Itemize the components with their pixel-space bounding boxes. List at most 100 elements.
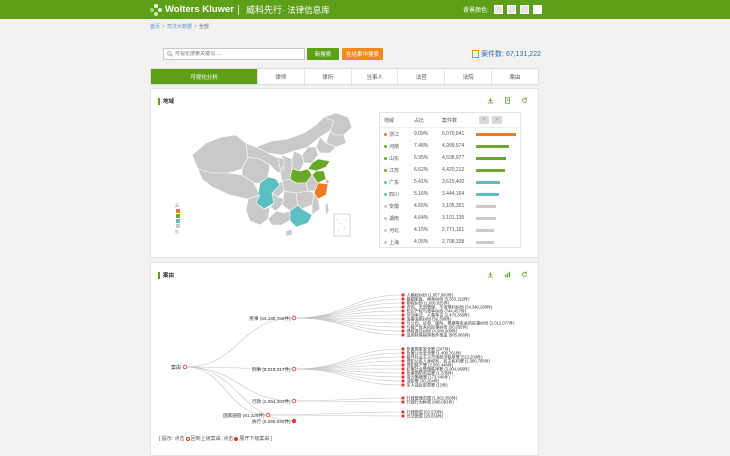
region-name: 广东	[380, 179, 414, 186]
download-icon[interactable]	[487, 271, 494, 278]
tree-leaf-node[interactable]	[401, 355, 405, 359]
region-name: 安徽	[380, 203, 414, 210]
new-search-button[interactable]: 新搜索	[307, 48, 339, 60]
region-row[interactable]: 上海 4.05% 2,708,338	[380, 236, 520, 248]
breadcrumb-section[interactable]: 司法大数据	[167, 24, 192, 30]
tree-root-node[interactable]	[182, 364, 188, 370]
region-title-text: 地域	[163, 99, 175, 105]
tree-leaf-node[interactable]	[401, 367, 405, 371]
tab-law-firm[interactable]: 律所	[305, 69, 352, 84]
region-share-bar	[476, 144, 509, 148]
region-dot-icon	[384, 180, 387, 184]
region-bar-track	[476, 168, 520, 172]
province-shanghai[interactable]	[324, 178, 331, 185]
download-icon[interactable]	[487, 97, 494, 104]
region-row[interactable]: 山东 6.95% 4,638,977	[380, 152, 520, 164]
legend-high-label: 高	[175, 203, 179, 208]
tree-root-label: 案由	[171, 364, 181, 371]
tree-leaf-node[interactable]	[401, 351, 405, 355]
tree-link	[293, 302, 404, 319]
region-share: 4.05%	[414, 239, 429, 245]
tree-branch-label: 刑事 (8,219,317件)	[252, 366, 291, 373]
tree-leaf-node[interactable]	[401, 297, 405, 301]
province-hainan[interactable]	[285, 228, 293, 237]
region-label: 河北	[389, 227, 400, 234]
search-within-results-button[interactable]: 在结果中搜索	[342, 48, 383, 60]
tree-leaf-node[interactable]	[401, 383, 405, 387]
tree-leaf-node[interactable]	[401, 305, 405, 309]
region-row[interactable]: 湖南 4.64% 3,101,135	[380, 212, 520, 224]
region-name: 河南	[380, 143, 414, 150]
region-name: 湖南	[380, 215, 414, 222]
bar-chart-icon[interactable]	[504, 271, 511, 278]
tab-court[interactable]: 法院	[445, 69, 493, 84]
tree-branch-node[interactable]	[265, 412, 271, 418]
tree-leaf-node[interactable]	[401, 333, 405, 337]
tree-leaf-node[interactable]	[401, 347, 405, 351]
legend-swatch-orange[interactable]	[176, 209, 180, 213]
region-row[interactable]: 安徽 4.65% 3,105,391	[380, 200, 520, 212]
tree-leaf-node[interactable]	[401, 414, 405, 418]
region-row[interactable]: 江苏 6.62% 4,420,212	[380, 164, 520, 176]
tab-visual-analysis[interactable]: 可视化分析	[151, 69, 258, 84]
color-swatch-3[interactable]	[519, 5, 529, 14]
province-taiwan[interactable]	[324, 202, 330, 216]
tree-branch-node[interactable]	[291, 398, 297, 404]
tree-branch-node[interactable]	[291, 418, 297, 424]
tree-leaf-node[interactable]	[401, 313, 405, 317]
tree-leaf-node[interactable]	[401, 309, 405, 313]
region-name: 江苏	[380, 167, 414, 174]
province-shanxi[interactable]	[291, 150, 305, 172]
province-guangxi[interactable]	[267, 210, 293, 226]
search-input[interactable]	[175, 51, 304, 57]
region-bar-track	[476, 228, 520, 232]
tab-judge[interactable]: 法官	[398, 69, 446, 84]
region-row[interactable]: 河北 4.15% 2,771,161	[380, 224, 520, 236]
tab-party[interactable]: 当事人	[352, 69, 399, 84]
next-page-button[interactable]: >	[492, 116, 502, 124]
color-swatch-1[interactable]	[493, 5, 503, 14]
region-row[interactable]: 广东 5.41% 3,615,400	[380, 176, 520, 188]
province-guangdong[interactable]	[289, 204, 313, 228]
refresh-icon[interactable]	[521, 271, 528, 278]
tree-branch-node[interactable]	[291, 315, 297, 321]
logo[interactable]: Wolters Kluwer 威科先行 · 法律信息库	[150, 2, 330, 17]
province-xinjiang[interactable]	[191, 134, 249, 174]
region-bar-track	[476, 240, 520, 244]
region-row[interactable]: 四川 5.16% 3,444,164	[380, 188, 520, 200]
legend-swatch-green[interactable]	[176, 214, 180, 218]
tree-branch-node[interactable]	[291, 366, 297, 372]
legend-swatch-grey[interactable]	[176, 224, 180, 228]
region-count: 2,708,338	[442, 239, 465, 245]
breadcrumb-home[interactable]: 首页	[150, 24, 160, 30]
tree-leaf-node[interactable]	[401, 379, 405, 383]
tree-leaf-node[interactable]	[401, 396, 405, 400]
tree-leaf-node[interactable]	[401, 375, 405, 379]
region-label: 湖南	[389, 215, 400, 222]
tree-link	[293, 348, 404, 370]
tree-leaf-node[interactable]	[401, 410, 405, 414]
color-swatch-4[interactable]	[532, 5, 542, 14]
tree-leaf-node[interactable]	[401, 400, 405, 404]
legend-swatch-teal[interactable]	[176, 219, 180, 223]
tree-leaf-node[interactable]	[401, 301, 405, 305]
data-view-icon[interactable]	[504, 97, 511, 104]
tree-leaf-node[interactable]	[401, 359, 405, 363]
tree-leaf-node[interactable]	[401, 293, 405, 297]
prev-page-button[interactable]: <	[479, 116, 489, 124]
region-row[interactable]: 浙江 9.09% 6,070,841	[380, 128, 520, 140]
tree-leaf-node[interactable]	[401, 325, 405, 329]
tree-leaf-node[interactable]	[401, 329, 405, 333]
tree-leaf-node[interactable]	[401, 321, 405, 325]
color-swatch-2[interactable]	[506, 5, 516, 14]
tab-lawyer[interactable]: 律师	[258, 69, 305, 84]
refresh-icon[interactable]	[521, 97, 528, 104]
region-row[interactable]: 河南 7.48% 4,999,574	[380, 140, 520, 152]
tree-leaf-node[interactable]	[401, 363, 405, 367]
background-color-label: 背景颜色:	[463, 8, 489, 14]
tree-leaf-node[interactable]	[401, 371, 405, 375]
tree-leaf-node[interactable]	[401, 317, 405, 321]
region-bar-track	[476, 144, 520, 148]
tab-cause[interactable]: 案由	[492, 69, 538, 84]
tree-leaf-label: 军人违反职责罪 (12件)	[407, 382, 449, 388]
